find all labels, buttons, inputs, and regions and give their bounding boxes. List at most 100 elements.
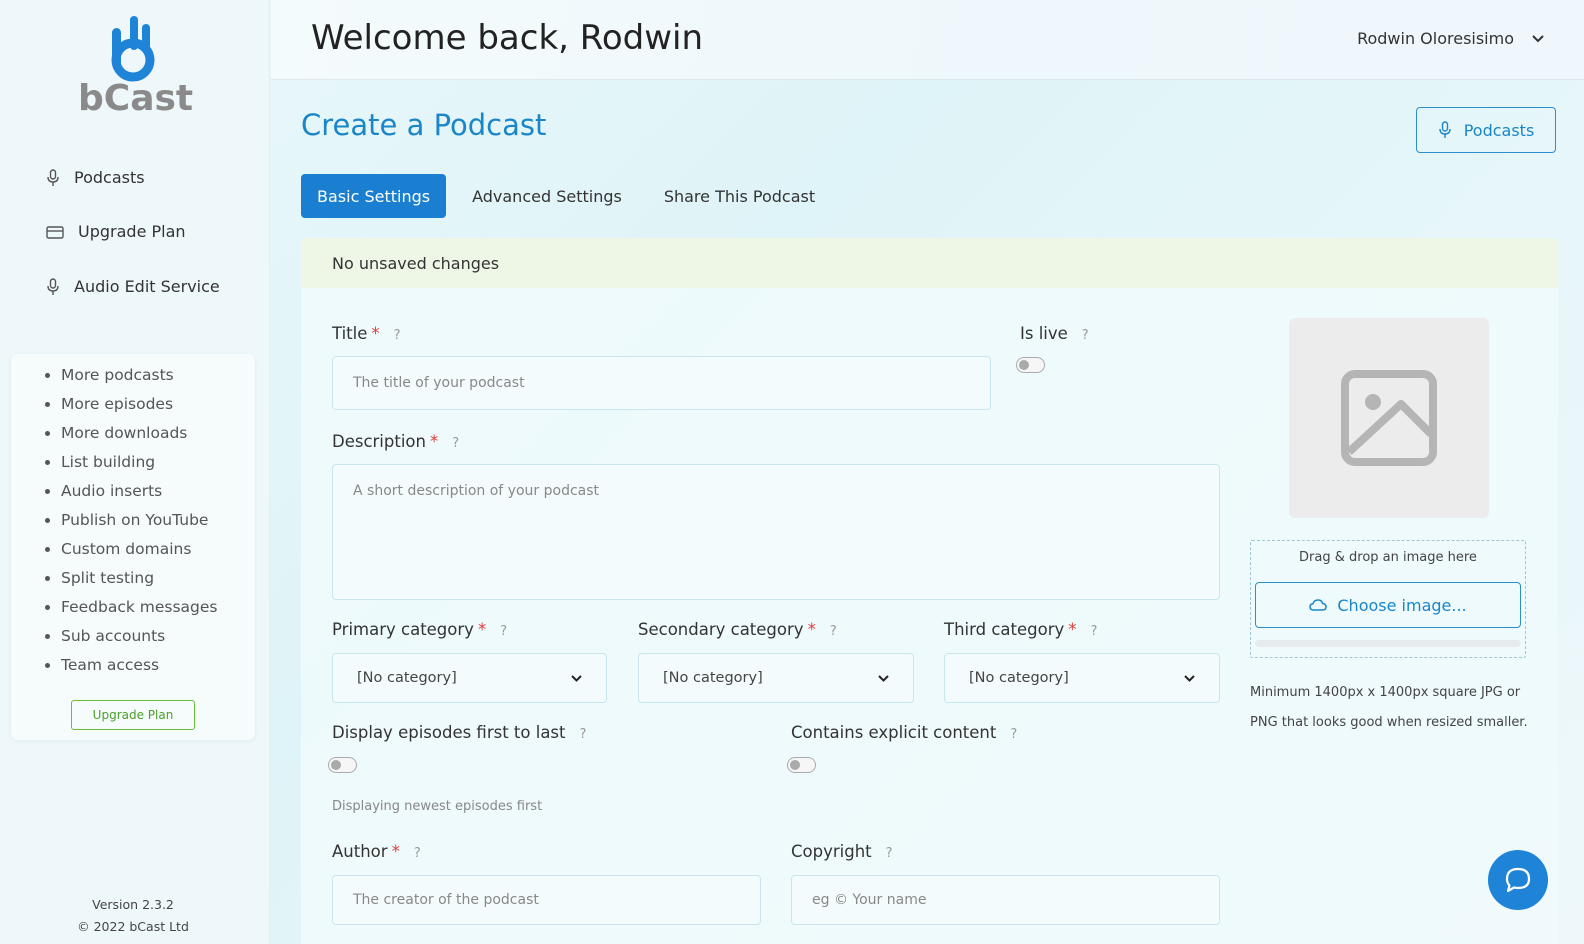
help-icon[interactable]: ?: [500, 624, 507, 639]
list-item: More episodes: [61, 396, 217, 426]
copyright-label-text: Copyright: [791, 842, 872, 861]
display-order-label-text: Display episodes first to last: [332, 723, 566, 742]
podcasts-button-label: Podcasts: [1463, 120, 1535, 140]
copyright-text: © 2022 bCast Ltd: [77, 919, 189, 934]
user-menu[interactable]: Rodwin Oloresisimo: [1357, 29, 1544, 48]
sidebar-item-label: Audio Edit Service: [74, 277, 220, 296]
settings-tabs: Basic Settings Advanced Settings Share T…: [301, 174, 841, 218]
chevron-down-icon: [1184, 674, 1195, 682]
image-placeholder-icon: [1341, 370, 1437, 466]
help-chat-button[interactable]: [1488, 850, 1548, 910]
save-status-text: No unsaved changes: [332, 254, 500, 273]
is-live-toggle[interactable]: [1016, 357, 1045, 373]
version-text: Version 2.3.2: [92, 897, 174, 912]
help-icon[interactable]: ?: [1091, 624, 1098, 639]
required-mark: *: [429, 432, 439, 451]
chevron-down-icon: [878, 674, 889, 682]
secondary-category-select[interactable]: [No category]: [638, 653, 914, 703]
help-icon[interactable]: ?: [580, 727, 587, 742]
secondary-category-value: [No category]: [663, 670, 763, 686]
primary-category-label-text: Primary category: [332, 620, 474, 639]
title-label: Title *?: [332, 324, 401, 343]
sidebar-item-upgrade-plan[interactable]: Upgrade Plan: [46, 222, 186, 241]
description-textarea[interactable]: A short description of your podcast: [332, 464, 1220, 600]
author-input[interactable]: The creator of the podcast: [332, 875, 761, 925]
upgrade-features-list: More podcasts More episodes More downloa…: [61, 367, 217, 687]
welcome-heading: Welcome back, Rodwin: [311, 18, 704, 58]
list-item: Team access: [61, 657, 217, 687]
image-dropzone[interactable]: Drag & drop an image here Choose image..…: [1250, 540, 1526, 658]
required-mark: *: [371, 324, 380, 343]
required-mark: *: [807, 620, 816, 639]
is-live-label: Is live?: [1020, 324, 1089, 343]
microphone-icon: [47, 168, 59, 186]
upgrade-features-card: More podcasts More episodes More downloa…: [11, 354, 255, 740]
tab-share-this-podcast[interactable]: Share This Podcast: [648, 174, 831, 218]
description-label-text: Description: [332, 432, 426, 451]
list-item: Custom domains: [61, 541, 217, 571]
tab-advanced-settings[interactable]: Advanced Settings: [456, 174, 638, 218]
display-order-label: Display episodes first to last?: [332, 723, 586, 742]
podcasts-button[interactable]: Podcasts: [1416, 107, 1556, 153]
is-live-label-text: Is live: [1020, 324, 1068, 343]
author-label: Author *?: [332, 842, 421, 861]
third-category-label: Third category *?: [944, 620, 1097, 639]
sidebar-item-label: Podcasts: [74, 168, 145, 187]
help-icon[interactable]: ?: [394, 328, 401, 343]
page-title: Create a Podcast: [301, 108, 547, 142]
primary-category-label: Primary category *?: [332, 620, 507, 639]
help-icon[interactable]: ?: [452, 436, 459, 451]
description-placeholder: A short description of your podcast: [353, 483, 600, 499]
top-header: Welcome back, Rodwin Rodwin Oloresisimo: [271, 0, 1584, 80]
image-requirements-note: Minimum 1400px x 1400px square JPG or PN…: [1250, 685, 1528, 730]
sidebar-item-label: Upgrade Plan: [78, 222, 186, 241]
upgrade-plan-button[interactable]: Upgrade Plan: [71, 700, 195, 730]
third-category-label-text: Third category: [944, 620, 1065, 639]
microphone-icon: [1439, 121, 1451, 138]
save-status-bar: No unsaved changes: [301, 238, 1558, 288]
help-icon[interactable]: ?: [886, 846, 893, 861]
primary-category-select[interactable]: [No category]: [332, 653, 607, 703]
copyright-input[interactable]: eg © Your name: [791, 875, 1220, 925]
list-item: Split testing: [61, 570, 217, 600]
choose-image-button[interactable]: Choose image...: [1255, 582, 1521, 628]
user-name: Rodwin Oloresisimo: [1357, 29, 1514, 48]
cloud-icon: [1309, 599, 1328, 611]
list-item: More podcasts: [61, 367, 217, 397]
chat-bubble-icon: [1505, 867, 1531, 893]
list-item: Sub accounts: [61, 628, 217, 658]
help-icon[interactable]: ?: [414, 846, 421, 861]
secondary-category-label-text: Secondary category: [638, 620, 804, 639]
chevron-down-icon: [571, 674, 582, 682]
title-label-text: Title: [332, 324, 368, 343]
tab-basic-settings[interactable]: Basic Settings: [301, 174, 447, 218]
sidebar: bCast Podcasts Upgrade Plan Audio Edit S…: [0, 0, 270, 944]
sidebar-item-audio-edit-service[interactable]: Audio Edit Service: [46, 277, 220, 296]
help-icon[interactable]: ?: [1010, 727, 1017, 742]
third-category-value: [No category]: [969, 670, 1069, 686]
upload-progress-bar: [1255, 640, 1521, 647]
dropzone-text: Drag & drop an image here: [1299, 550, 1477, 565]
copyright-placeholder: eg © Your name: [812, 892, 927, 908]
explicit-content-label: Contains explicit content?: [791, 723, 1017, 742]
explicit-content-toggle[interactable]: [787, 757, 816, 773]
title-input[interactable]: The title of your podcast: [332, 356, 991, 410]
display-order-toggle[interactable]: [328, 757, 357, 773]
third-category-select[interactable]: [No category]: [944, 653, 1220, 703]
primary-category-value: [No category]: [357, 670, 457, 686]
help-icon[interactable]: ?: [830, 624, 837, 639]
microphone-icon: [47, 277, 59, 295]
sidebar-item-podcasts[interactable]: Podcasts: [46, 168, 145, 187]
copyright-label: Copyright?: [791, 842, 893, 861]
secondary-category-label: Secondary category *?: [638, 620, 837, 639]
title-placeholder: The title of your podcast: [353, 375, 525, 391]
list-item: Publish on YouTube: [61, 512, 217, 542]
explicit-content-label-text: Contains explicit content: [791, 723, 997, 742]
brand-name: bCast: [78, 78, 194, 119]
credit-card-icon: [46, 225, 64, 239]
author-label-text: Author: [332, 842, 388, 861]
help-icon[interactable]: ?: [1082, 328, 1089, 343]
list-item: Audio inserts: [61, 483, 217, 513]
required-mark: *: [391, 842, 400, 861]
choose-image-label: Choose image...: [1337, 595, 1467, 615]
